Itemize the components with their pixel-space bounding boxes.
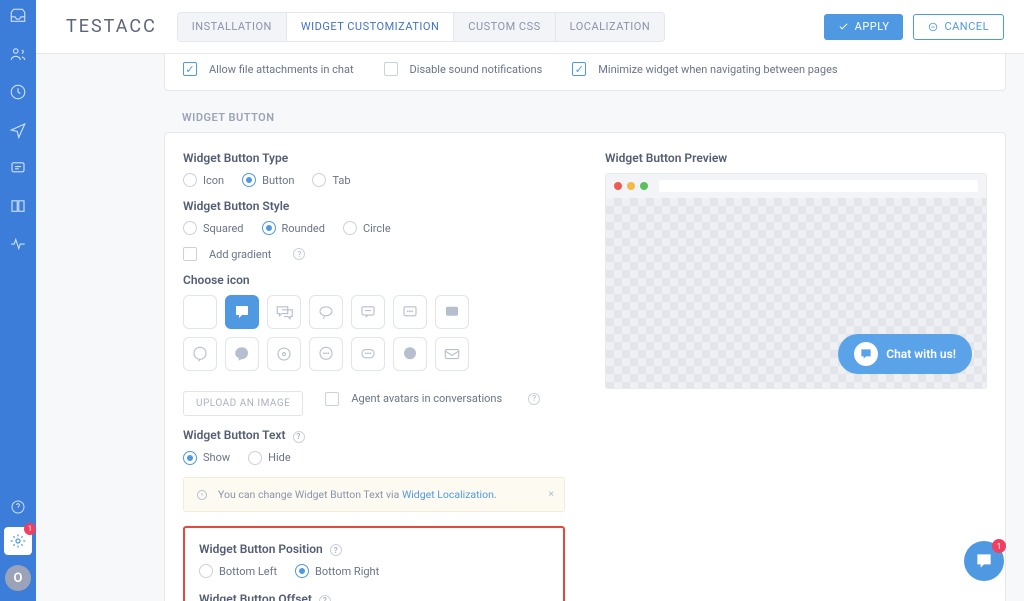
checkbox-minimize-widget[interactable]: ✓Minimize widget when navigating between… — [572, 62, 837, 76]
tab-installation[interactable]: INSTALLATION — [178, 13, 287, 41]
help-icon[interactable]: ? — [293, 248, 305, 260]
cancel-button[interactable]: CANCEL — [913, 14, 1004, 40]
radio-style-rounded[interactable]: Rounded — [262, 221, 325, 235]
fab-badge: 1 — [992, 539, 1006, 553]
preview-chat-button: Chat with us! — [838, 334, 972, 374]
inbox-icon[interactable] — [8, 6, 28, 26]
choose-icon-title: Choose icon — [183, 273, 565, 287]
info-alert: You can change Widget Button Text via Wi… — [183, 477, 565, 512]
icon-option[interactable] — [183, 337, 217, 371]
widget-button-card: Widget Button Type Icon Button Tab Widge… — [164, 132, 1006, 601]
radio-type-button[interactable]: Button — [242, 173, 294, 187]
icon-option[interactable] — [267, 295, 301, 329]
chat-fab[interactable]: 1 — [964, 541, 1004, 581]
icon-option[interactable] — [225, 337, 259, 371]
notification-badge: 1 — [24, 523, 36, 535]
radio-style-squared[interactable]: Squared — [183, 221, 244, 235]
preview-window-bar — [606, 174, 986, 198]
position-title: Widget Button Position ? — [199, 542, 549, 557]
help-icon[interactable]: ? — [330, 544, 342, 556]
main-tabs: INSTALLATION WIDGET CUSTOMIZATION CUSTOM… — [177, 12, 665, 42]
radio-type-icon[interactable]: Icon — [183, 173, 224, 187]
icon-grid — [183, 295, 503, 371]
avatar[interactable]: O — [5, 565, 31, 591]
icon-option[interactable] — [435, 295, 469, 329]
radio-type-tab[interactable]: Tab — [312, 173, 350, 187]
upload-image-button[interactable]: UPLOAD AN IMAGE — [183, 391, 303, 416]
tab-widget-customization[interactable]: WIDGET CUSTOMIZATION — [287, 13, 454, 41]
icon-option-selected[interactable] — [225, 295, 259, 329]
section-title: WIDGET BUTTON — [182, 111, 1006, 124]
icon-option[interactable] — [393, 337, 427, 371]
button-style-title: Widget Button Style — [183, 199, 565, 213]
top-bar: TESTACC INSTALLATION WIDGET CUSTOMIZATIO… — [36, 0, 1024, 54]
offset-title: Widget Button Offset ? — [199, 592, 549, 601]
radio-position-bottom-left[interactable]: Bottom Left — [199, 564, 277, 578]
icon-option[interactable] — [267, 337, 301, 371]
icon-option[interactable] — [351, 337, 385, 371]
message-icon[interactable] — [8, 158, 28, 178]
icon-option[interactable] — [435, 337, 469, 371]
highlighted-section: Widget Button Position ? Bottom Left Bot… — [183, 526, 565, 601]
checkbox-disable-sound[interactable]: Disable sound notifications — [384, 62, 543, 76]
tab-custom-css[interactable]: CUSTOM CSS — [454, 13, 555, 41]
icon-option[interactable] — [309, 295, 343, 329]
widget-localization-link[interactable]: Widget Localization — [402, 488, 494, 501]
close-icon[interactable]: × — [548, 487, 554, 500]
radio-position-bottom-right[interactable]: Bottom Right — [295, 564, 379, 578]
checkbox-allow-attachments[interactable]: ✓Allow file attachments in chat — [183, 62, 354, 76]
help-icon[interactable]: ? — [528, 393, 540, 405]
activity-icon[interactable] — [8, 234, 28, 254]
send-icon[interactable] — [8, 120, 28, 140]
help-icon[interactable] — [8, 497, 28, 517]
top-checkbox-row: ✓Allow file attachments in chat Disable … — [164, 54, 1006, 91]
checkbox-add-gradient[interactable]: Add gradient — [183, 247, 271, 261]
icon-option[interactable] — [351, 295, 385, 329]
radio-style-circle[interactable]: Circle — [343, 221, 391, 235]
preview-title: Widget Button Preview — [605, 151, 987, 165]
help-icon[interactable]: ? — [319, 595, 331, 601]
button-type-title: Widget Button Type — [183, 151, 565, 165]
settings-tile[interactable]: 1 — [4, 527, 32, 555]
left-nav: 1 O — [0, 0, 36, 601]
icon-option[interactable] — [309, 337, 343, 371]
clock-icon[interactable] — [8, 82, 28, 102]
preview-pane: Chat with us! — [605, 173, 987, 389]
radio-text-hide[interactable]: Hide — [248, 451, 291, 465]
brand-name: TESTACC — [66, 16, 157, 37]
radio-text-show[interactable]: Show — [183, 451, 230, 465]
book-icon[interactable] — [8, 196, 28, 216]
icon-option[interactable] — [393, 295, 427, 329]
help-icon[interactable]: ? — [293, 431, 305, 443]
apply-button[interactable]: APPLY — [824, 14, 904, 40]
people-icon[interactable] — [8, 44, 28, 64]
checkbox-agent-avatars[interactable]: Agent avatars in conversations — [325, 392, 502, 406]
button-text-title: Widget Button Text ? — [183, 428, 565, 443]
tab-localization[interactable]: LOCALIZATION — [556, 13, 665, 41]
icon-option[interactable] — [183, 295, 217, 329]
